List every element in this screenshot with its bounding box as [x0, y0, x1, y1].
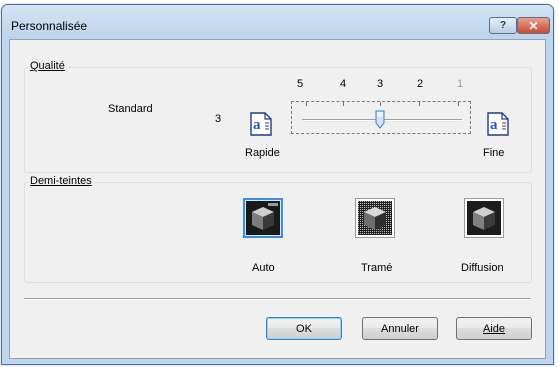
help-button[interactable]: Aide: [456, 317, 532, 340]
slider-left-label: Rapide: [245, 147, 280, 159]
scale-label-4: 4: [340, 78, 347, 90]
svg-text:a: a: [253, 117, 261, 133]
svg-text:a: a: [490, 117, 498, 133]
quality-slider-thumb[interactable]: [375, 110, 385, 129]
cancel-button[interactable]: Annuler: [362, 317, 438, 340]
slider-tick: [306, 102, 307, 106]
slider-tick: [380, 102, 381, 106]
dither-cube-icon: [358, 201, 392, 235]
slider-right-label: Fine: [483, 147, 505, 159]
help-title-button[interactable]: ?: [489, 17, 517, 34]
fine-quality-icon: a: [487, 112, 509, 136]
dialog-window: Personnalisée ? ✕ Qualité Standard 3 5 4…: [1, 4, 554, 365]
halftone-auto-button[interactable]: [243, 198, 283, 238]
halftone-auto-label: Auto: [252, 262, 275, 274]
title-bar[interactable]: Personnalisée ? ✕: [2, 5, 553, 39]
auto-cube-icon: [246, 201, 280, 235]
draft-quality-icon: a: [250, 112, 272, 136]
halftone-dither-label: Tramé: [361, 262, 393, 274]
slider-tick: [458, 102, 459, 106]
diffusion-cube-icon: [467, 201, 501, 235]
quality-group-label: Qualité: [28, 60, 67, 72]
window-title: Personnalisée: [11, 19, 88, 33]
halftone-group-label: Demi-teintes: [28, 175, 94, 187]
scale-label-5: 5: [297, 78, 304, 90]
halftone-diffusion-label: Diffusion: [461, 262, 504, 274]
scale-label-3: 3: [377, 78, 384, 90]
quality-current-value: 3: [215, 113, 222, 125]
slider-tick: [419, 102, 420, 106]
halftone-diffusion-button[interactable]: [464, 198, 504, 238]
scale-label-2: 2: [417, 78, 424, 90]
button-separator: [24, 298, 531, 300]
quality-mode-label: Standard: [108, 103, 153, 115]
ok-button[interactable]: OK: [266, 317, 342, 340]
scale-label-1: 1: [457, 78, 464, 90]
close-button[interactable]: ✕: [517, 17, 550, 34]
slider-tick: [343, 102, 344, 106]
halftone-dither-button[interactable]: [355, 198, 395, 238]
dialog-client-area: Qualité Standard 3 5 4 3 2 1 a a Rapide …: [9, 39, 546, 359]
